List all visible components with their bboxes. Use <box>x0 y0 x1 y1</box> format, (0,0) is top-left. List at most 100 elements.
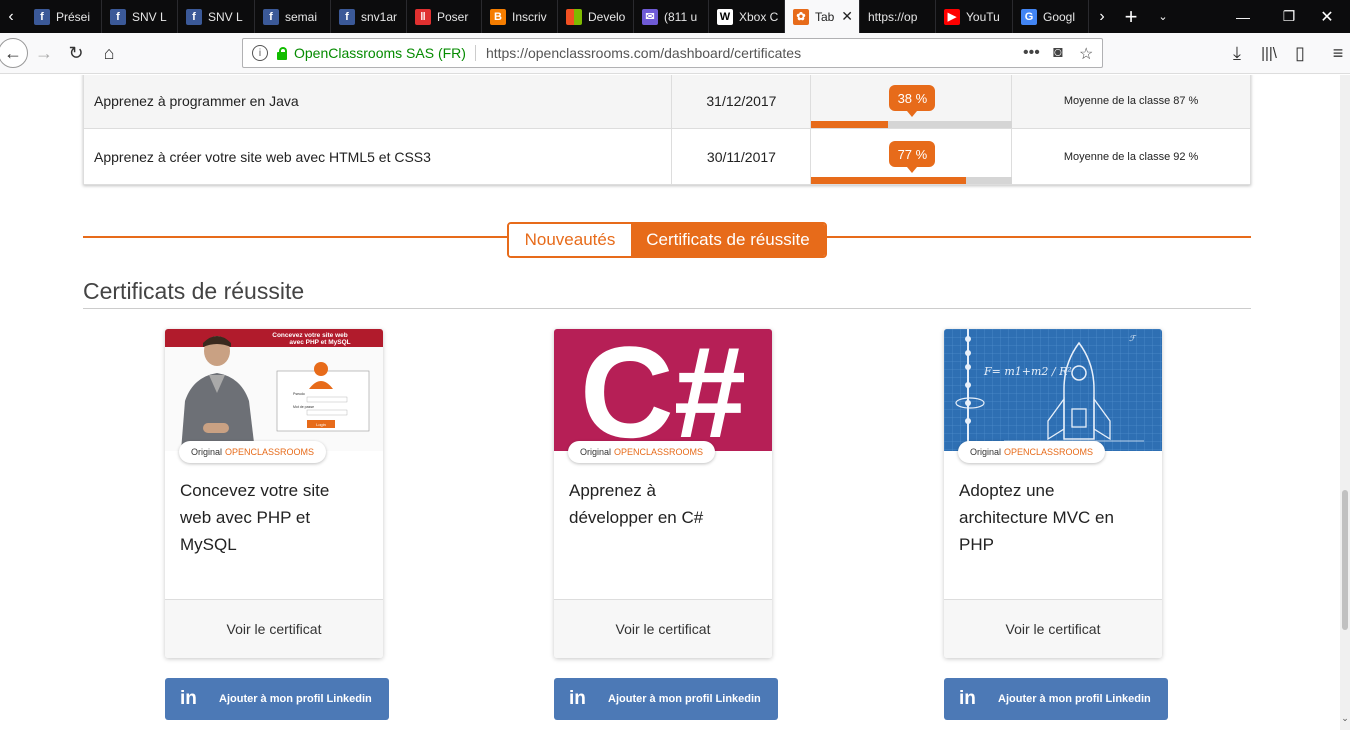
thumbnail-caption-line2: avec PHP et MySQL <box>289 339 350 346</box>
tab-list-icon[interactable]: ⌄ <box>1152 0 1174 33</box>
browser-tab[interactable]: ‖ Poser <box>407 0 482 33</box>
sidebar-icon[interactable]: ▯ <box>1286 39 1314 67</box>
menu-icon[interactable]: ≡ <box>1324 39 1350 67</box>
badge-prefix: Original <box>191 447 223 457</box>
tab-label: Xbox C <box>739 9 779 24</box>
tab-nouveautes[interactable]: Nouveautés <box>509 224 631 256</box>
thumbnail-caption-line1: Concevez votre site web <box>272 332 348 339</box>
form-login-button-label: Login <box>316 422 326 427</box>
tabs-scroll-right-icon[interactable]: › <box>1091 0 1113 33</box>
page-actions-icon[interactable]: ••• <box>1023 44 1040 62</box>
bookmark-star-icon[interactable]: ☆ <box>1079 44 1093 64</box>
scrollbar-thumb[interactable] <box>1342 490 1348 630</box>
linkedin-button-label: Ajouter à mon profil Linkedin <box>219 693 372 705</box>
site-info-icon[interactable]: i <box>252 45 268 61</box>
address-bar[interactable]: i OpenClassrooms SAS (FR) https://opencl… <box>242 38 1103 68</box>
browser-tab[interactable]: W Xbox C <box>709 0 785 33</box>
table-row[interactable]: Apprenez à programmer en Java 31/12/2017… <box>82 75 1251 129</box>
library-icon[interactable]: |||\ <box>1255 39 1283 67</box>
browser-tab[interactable]: ✉ (811 u <box>634 0 709 33</box>
view-certificate-button[interactable]: Voir le certificat <box>554 599 772 658</box>
browser-tab[interactable]: Develo <box>558 0 634 33</box>
tab-label: snv1ar <box>361 9 398 24</box>
certificate-title[interactable]: Apprenez à développer en C# <box>569 477 744 531</box>
new-tab-icon[interactable]: + <box>1120 0 1142 33</box>
page-scrollbar[interactable]: ⌄ <box>1340 75 1350 730</box>
tab-label: Inscriv <box>512 9 547 24</box>
progress-cell: 38 % <box>810 75 1013 129</box>
section-rule <box>83 308 1251 309</box>
tab-label: SNV L <box>132 9 167 24</box>
tab-label: (811 u <box>664 9 698 24</box>
page-content: Apprenez à programmer en Java 31/12/2017… <box>0 75 1340 730</box>
browser-tab[interactable]: f SNV L <box>102 0 178 33</box>
minimize-icon[interactable]: — <box>1220 0 1266 33</box>
close-window-icon[interactable]: ✕ <box>1304 0 1350 33</box>
view-certificate-button[interactable]: Voir le certificat <box>944 599 1162 658</box>
progress-bubble: 77 % <box>889 141 936 173</box>
tab-label: Tab <box>815 9 835 24</box>
course-progress-table: Apprenez à programmer en Java 31/12/2017… <box>82 75 1251 185</box>
certificate-card[interactable]: Concevez votre site web avec PHP et MySQ… <box>165 329 383 658</box>
linkedin-icon: in <box>959 688 976 709</box>
course-name[interactable]: Apprenez à programmer en Java <box>82 75 673 129</box>
url-text[interactable]: https://openclassrooms.com/dashboard/cer… <box>486 45 801 61</box>
csharp-logo-text: C# <box>580 329 746 451</box>
browser-tab[interactable]: ▶ YouTu <box>936 0 1013 33</box>
browser-tab[interactable]: f semai <box>255 0 331 33</box>
blogger-icon: B <box>490 8 506 25</box>
facebook-icon: f <box>34 8 50 25</box>
course-thumbnail-php: Concevez votre site web avec PHP et MySQ… <box>165 329 383 451</box>
view-certificate-button[interactable]: Voir le certificat <box>165 599 383 658</box>
reload-icon[interactable]: ↻ <box>62 39 90 67</box>
downloads-icon[interactable]: ⤓ <box>1223 39 1251 67</box>
progress-fill <box>811 177 967 184</box>
google-translate-icon: G <box>1021 8 1037 25</box>
course-name[interactable]: Apprenez à créer votre site web avec HTM… <box>82 128 673 185</box>
add-to-linkedin-button[interactable]: in Ajouter à mon profil Linkedin <box>165 678 389 720</box>
class-average: Moyenne de la classe 87 % <box>1011 75 1251 129</box>
tab-label: https://op <box>868 9 918 24</box>
course-thumbnail-mvc: F= m1+m2 / R² ℱ <box>944 329 1162 451</box>
browser-tab[interactable]: https://op <box>860 0 936 33</box>
tab-label: Poser <box>437 9 469 24</box>
tab-certificats[interactable]: Certificats de réussite <box>631 224 825 256</box>
back-icon[interactable]: ← <box>0 38 28 68</box>
badge-prefix: Original <box>580 447 612 457</box>
certificate-card[interactable]: C# Original OPENCLASSROOMS Apprenez à dé… <box>554 329 772 658</box>
add-to-linkedin-button[interactable]: in Ajouter à mon profil Linkedin <box>944 678 1168 720</box>
form-label-pseudo: Pseudo <box>293 392 305 396</box>
course-thumbnail-csharp: C# <box>554 329 772 451</box>
certificate-title[interactable]: Adoptez une architecture MVC en PHP <box>959 477 1134 558</box>
progress-bar <box>811 121 1013 128</box>
progress-cell: 77 % <box>810 128 1013 185</box>
home-icon[interactable]: ⌂ <box>95 39 123 67</box>
linkedin-icon: in <box>569 688 586 709</box>
table-row[interactable]: Apprenez à créer votre site web avec HTM… <box>82 128 1251 185</box>
tabs-scroll-left-icon[interactable]: ‹ <box>0 0 22 33</box>
facebook-icon: f <box>339 8 355 25</box>
lock-icon <box>276 47 288 60</box>
site-identity: OpenClassrooms SAS (FR) <box>294 45 476 61</box>
certificate-title[interactable]: Concevez votre site web avec PHP et MySQ… <box>180 477 355 558</box>
close-tab-icon[interactable]: ✕ <box>841 8 853 25</box>
tab-label: Prései <box>56 9 91 24</box>
browser-tab[interactable]: ✿ Tab ✕ <box>785 0 860 33</box>
mail-icon: ✉ <box>642 8 658 25</box>
tab-label: Develo <box>588 9 626 24</box>
browser-tab[interactable]: B Inscriv <box>482 0 558 33</box>
browser-tab[interactable]: f Prései <box>26 0 102 33</box>
scroll-down-icon[interactable]: ⌄ <box>1340 713 1350 723</box>
certificate-card[interactable]: F= m1+m2 / R² ℱ Original OPENCLASSROOMS … <box>944 329 1162 658</box>
browser-tab[interactable]: f snv1ar <box>331 0 407 33</box>
add-to-linkedin-button[interactable]: in Ajouter à mon profil Linkedin <box>554 678 778 720</box>
wikipedia-icon: W <box>717 8 733 25</box>
browser-tab[interactable]: f SNV L <box>178 0 255 33</box>
progress-bar <box>811 177 1013 184</box>
pocket-icon[interactable]: ◙ <box>1053 44 1063 62</box>
forward-icon[interactable]: → <box>30 39 58 67</box>
tab-label: SNV L <box>208 9 243 24</box>
linkedin-button-label: Ajouter à mon profil Linkedin <box>608 693 761 705</box>
facebook-icon: f <box>186 8 202 25</box>
browser-tab[interactable]: G Googl <box>1013 0 1089 33</box>
